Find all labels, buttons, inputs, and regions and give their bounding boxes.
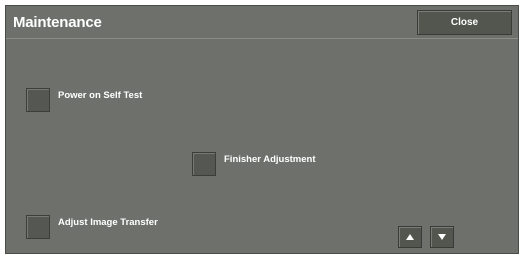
close-button[interactable]: Close (417, 10, 512, 35)
power-on-self-test-checkbox[interactable] (26, 88, 50, 112)
finisher-adjustment-option[interactable]: Finisher Adjustment (192, 152, 316, 176)
power-on-self-test-label: Power on Self Test (58, 90, 143, 101)
scroll-up-button[interactable] (398, 226, 422, 248)
scroll-down-button[interactable] (430, 226, 454, 248)
adjust-image-transfer-label: Adjust Image Transfer (58, 217, 158, 228)
finisher-adjustment-checkbox[interactable] (192, 152, 216, 176)
adjust-image-transfer-checkbox[interactable] (26, 215, 50, 239)
adjust-image-transfer-option[interactable]: Adjust Image Transfer (26, 215, 158, 239)
triangle-up-icon (406, 234, 414, 240)
finisher-adjustment-label: Finisher Adjustment (224, 154, 316, 165)
page-title: Maintenance (13, 14, 102, 31)
maintenance-panel: Maintenance Close Power on Self Test Fin… (5, 5, 519, 254)
triangle-down-icon (438, 234, 446, 240)
power-on-self-test-option[interactable]: Power on Self Test (26, 88, 142, 112)
title-bar: Maintenance Close (6, 6, 518, 39)
